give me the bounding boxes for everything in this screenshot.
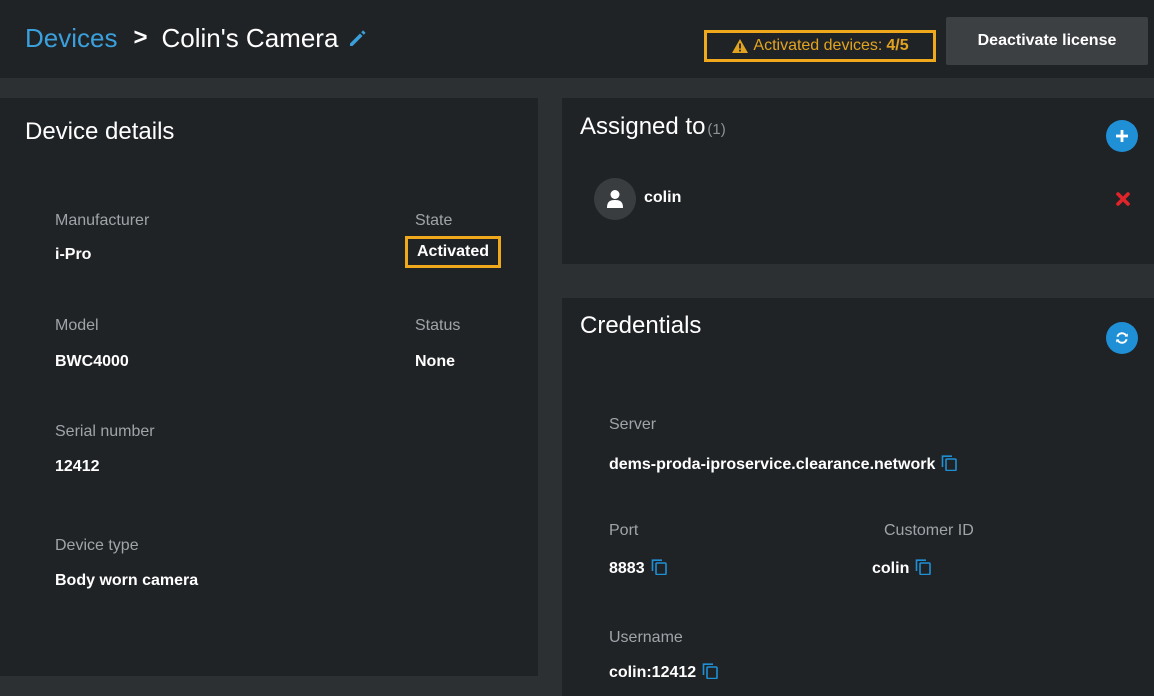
activated-devices-badge: Activated devices: 4/5	[704, 30, 936, 62]
plus-icon	[1116, 130, 1128, 142]
port-row: 8883	[609, 559, 667, 578]
refresh-icon	[1116, 332, 1128, 344]
customer-id-label: Customer ID	[884, 522, 974, 539]
copy-icon[interactable]	[651, 559, 667, 575]
server-label: Server	[609, 416, 657, 433]
copy-icon[interactable]	[702, 663, 718, 679]
add-user-button[interactable]	[1106, 120, 1138, 152]
status-value: None	[415, 353, 455, 370]
model-value: BWC4000	[55, 353, 129, 370]
credentials-panel: Credentials Server dems-proda-iproservic…	[562, 298, 1154, 696]
assigned-to-title: Assigned to (1)	[580, 113, 726, 141]
activated-devices-count: 4/5	[886, 37, 909, 54]
model-label: Model	[55, 317, 99, 334]
serial-number-label: Serial number	[55, 423, 155, 440]
assigned-count: (1)	[707, 121, 726, 138]
state-value: Activated	[405, 236, 501, 268]
customer-id-row: colin	[872, 559, 932, 578]
avatar	[594, 178, 636, 220]
breadcrumb-devices-link[interactable]: Devices	[25, 23, 117, 54]
device-name-title: Colin's Camera	[161, 22, 339, 53]
status-label: Status	[415, 317, 461, 334]
warning-icon	[732, 39, 749, 53]
copy-icon[interactable]	[915, 559, 932, 575]
port-value: 8883	[609, 560, 645, 577]
assigned-to-panel: Assigned to (1) colin	[562, 98, 1154, 264]
port-label: Port	[609, 522, 639, 539]
device-details-title: Device details	[25, 118, 175, 145]
breadcrumb-separator: >	[133, 24, 148, 51]
device-type-label: Device type	[55, 537, 139, 554]
username-value: colin:12412	[609, 664, 697, 681]
deactivate-license-button[interactable]: Deactivate license	[946, 17, 1148, 65]
user-icon	[607, 190, 623, 208]
activated-devices-label: Activated devices:	[753, 37, 883, 54]
username-row: colin:12412	[609, 663, 718, 682]
refresh-credentials-button[interactable]	[1106, 322, 1138, 354]
pencil-icon[interactable]	[348, 28, 368, 48]
device-details-panel: Device details Manufacturer i-Pro State …	[0, 98, 538, 676]
assigned-user-name: colin	[644, 189, 682, 206]
top-bar: Devices > Colin's Camera Activated devic…	[0, 0, 1154, 78]
serial-number-value: 12412	[55, 458, 100, 475]
device-type-value: Body worn camera	[55, 572, 199, 589]
manufacturer-value: i-Pro	[55, 246, 92, 263]
breadcrumb: Devices > Colin's Camera	[25, 20, 368, 56]
copy-icon[interactable]	[941, 455, 958, 471]
server-row: dems-proda-iproservice.clearance.network	[609, 455, 958, 474]
manufacturer-label: Manufacturer	[55, 212, 150, 229]
server-value: dems-proda-iproservice.clearance.network	[609, 456, 936, 473]
customer-id-value: colin	[872, 560, 910, 577]
state-label: State	[415, 212, 453, 229]
credentials-title: Credentials	[580, 312, 702, 339]
close-icon[interactable]	[1116, 192, 1130, 206]
username-label: Username	[609, 629, 683, 646]
assigned-to-label: Assigned to	[580, 113, 706, 140]
